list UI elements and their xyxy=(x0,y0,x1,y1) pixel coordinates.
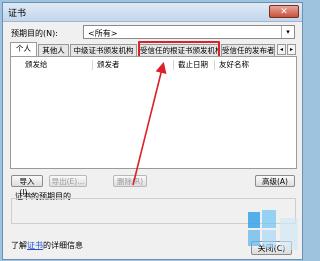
export-button[interactable]: 导出(E)... xyxy=(49,175,87,187)
column-expiration-date[interactable]: 截止日期 xyxy=(176,60,215,70)
chevron-down-icon[interactable]: ▾ xyxy=(281,26,294,38)
certificate-link[interactable]: 证书 xyxy=(27,241,43,250)
intended-purpose-value: <所有> xyxy=(88,29,118,38)
column-issued-by[interactable]: 颁发者 xyxy=(95,60,174,70)
window-title: 证书 xyxy=(8,9,27,19)
tab-scroll-right-icon[interactable]: ▸ xyxy=(287,44,296,55)
column-friendly-name[interactable]: 友好名称 xyxy=(217,60,277,70)
intended-purpose-label: 预期目的(N): xyxy=(11,29,58,38)
tab-trusted-publishers[interactable]: 受信任的发布者 xyxy=(221,44,275,56)
certificate-purpose-box xyxy=(11,198,296,224)
tab-personal[interactable]: 个人 xyxy=(10,42,37,57)
certificates-dialog: 证书 ✕ 预期目的(N): <所有> ▾ 个人 其他人 中级证书颁发机构 受信任… xyxy=(2,2,303,260)
column-issued-to[interactable]: 颁发给 xyxy=(23,60,93,70)
window-close-button[interactable]: ✕ xyxy=(269,5,299,18)
learn-more-prefix: 了解 xyxy=(11,241,27,250)
certificate-list[interactable]: 颁发给 颁发者 截止日期 友好名称 xyxy=(10,56,297,169)
learn-more-text: 了解证书的详细信息 xyxy=(11,240,83,251)
learn-more-suffix: 的详细信息 xyxy=(43,241,83,250)
intended-purpose-select[interactable]: <所有> ▾ xyxy=(83,25,295,39)
import-button[interactable]: 导入(I)... xyxy=(11,175,43,197)
advanced-button[interactable]: 高级(A) xyxy=(255,175,295,187)
title-bar[interactable]: 证书 ✕ xyxy=(3,3,302,22)
close-button[interactable]: 关闭(C) xyxy=(251,241,292,255)
tab-scroll-left-icon[interactable]: ◂ xyxy=(277,44,286,55)
remove-button[interactable]: 删除(R) xyxy=(113,175,147,187)
tab-intermediate-ca[interactable]: 中级证书颁发机构 xyxy=(70,44,137,56)
tab-other-people[interactable]: 其他人 xyxy=(38,44,69,56)
